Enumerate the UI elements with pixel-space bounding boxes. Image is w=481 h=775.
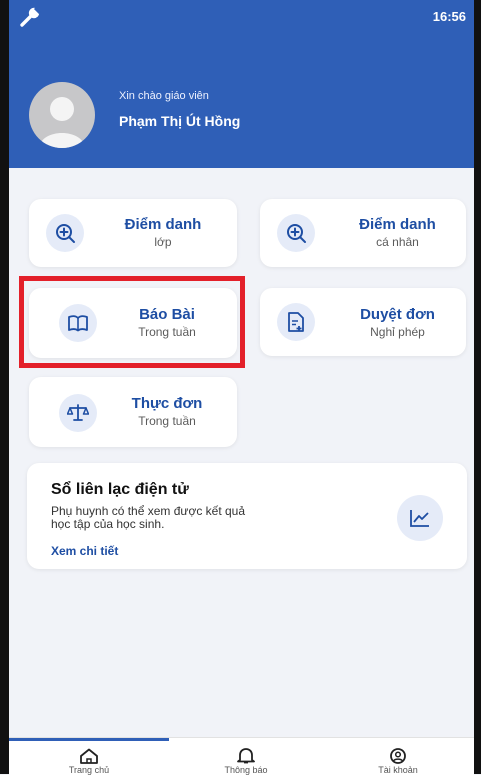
leave-approval-subtitle: Nghỉ phép: [370, 325, 425, 339]
greeting-text: Xin chào giáo viên: [119, 90, 209, 102]
menu-card[interactable]: Thực đơn Trong tuần: [29, 377, 237, 447]
contact-book-description: Phụ huynh có thể xem được kết quả học tậ…: [51, 504, 246, 531]
status-bar: 16:56: [9, 0, 474, 34]
scale-icon: [59, 394, 97, 432]
teacher-name: Phạm Thị Út Hồng: [119, 113, 241, 129]
view-details-link[interactable]: Xem chi tiết: [51, 544, 118, 558]
attendance-personal-subtitle: cá nhân: [376, 235, 419, 249]
nav-home[interactable]: Trang chủ: [14, 742, 164, 775]
contact-book-title: Sổ liên lạc điện tử: [51, 481, 189, 498]
document-add-icon: [277, 303, 315, 341]
status-time: 16:56: [432, 9, 466, 24]
zoom-in-icon: [277, 214, 315, 252]
bell-icon: [237, 748, 255, 764]
line-chart-icon: [397, 495, 443, 541]
nav-active-indicator: [9, 738, 169, 741]
person-icon: [39, 97, 85, 148]
wrench-icon: [20, 6, 42, 27]
attendance-class-subtitle: lớp: [154, 235, 172, 249]
header: 16:56 Xin chào giáo viên Phạm Thị Út Hồn…: [9, 0, 474, 168]
home-icon: [80, 748, 98, 764]
menu-title: Thực đơn: [131, 395, 203, 412]
avatar[interactable]: [29, 82, 95, 148]
leave-approval-title: Duyệt đơn: [360, 306, 435, 323]
right-frame: [474, 0, 481, 774]
leave-approval-card[interactable]: Duyệt đơn Nghỉ phép: [260, 288, 466, 356]
left-frame: [0, 0, 9, 774]
contact-book-card[interactable]: Sổ liên lạc điện tử Phụ huynh có thể xem…: [27, 463, 467, 569]
attendance-personal-title: Điểm danh: [359, 216, 436, 233]
attendance-class-card[interactable]: Điểm danh lớp: [29, 199, 237, 267]
nav-notifications[interactable]: Thông báo: [171, 742, 321, 775]
attendance-class-title: Điểm danh: [124, 216, 202, 233]
highlight-frame: [19, 276, 245, 368]
account-icon: [390, 748, 406, 764]
nav-account[interactable]: Tài khoản: [323, 742, 473, 775]
attendance-personal-card[interactable]: Điểm danh cá nhân: [260, 199, 466, 267]
menu-subtitle: Trong tuần: [138, 414, 196, 428]
bottom-nav: Trang chủ Thông báo Tài khoản: [9, 737, 474, 775]
zoom-in-icon: [46, 214, 84, 252]
